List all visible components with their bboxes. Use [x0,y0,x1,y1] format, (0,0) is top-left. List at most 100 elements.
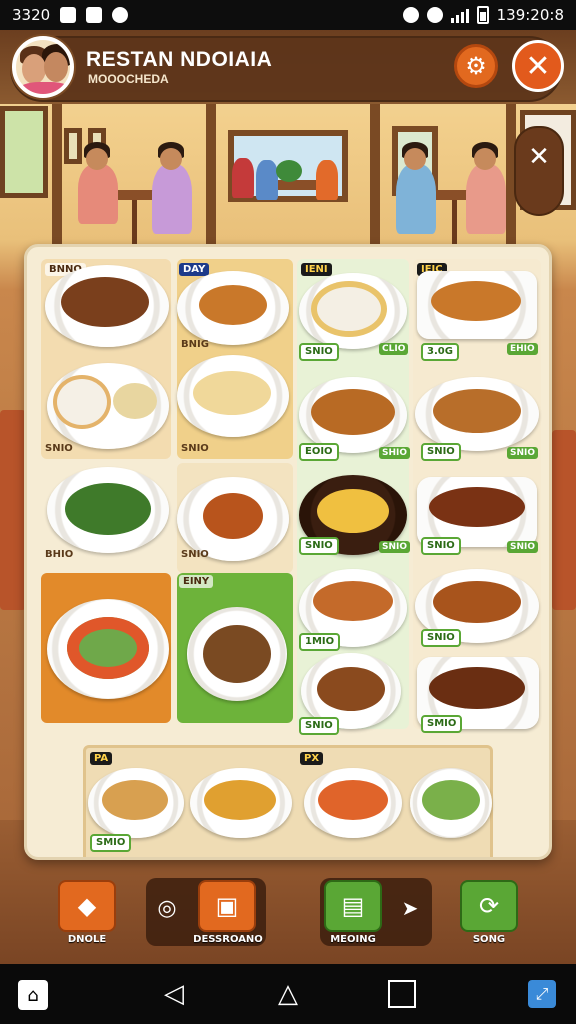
screenshot-button[interactable]: ⤢ [528,980,556,1008]
table-leg [132,200,137,244]
status-clock: 139:20:8 [496,6,564,24]
dish-food [317,489,389,533]
dish-food [65,483,151,535]
diner [466,164,506,234]
refresh-icon: ⟳ [478,892,500,920]
diner [316,160,338,200]
bottom-toolbar: ◆ DNOLE ◎ ▣ DESSROANO ▤ MEOING ➤ ⟳ SONG [0,864,576,964]
utensils-button[interactable]: ✕ [514,126,564,216]
dish-label: SNIO [45,443,73,454]
battery-icon [476,6,489,24]
close-button[interactable]: ✕ [512,40,564,92]
dish-food [311,389,395,435]
dish-label: BHIO [45,549,74,560]
song-button[interactable]: ⟳ [460,880,518,932]
price-tag: SMIO [421,715,463,733]
dish-food [57,379,107,425]
dish-food [199,285,267,325]
diner [396,164,436,234]
alarm-icon [402,7,419,23]
restaurant-subtitle: MOOOCHEDA [88,72,169,86]
featured-panel: PA PX SMIO [83,745,493,857]
price-badge: EHIO [507,343,538,355]
dish-food [102,780,168,820]
diner [256,160,278,200]
system-nav-bar: ⌂ ◁ △ ⤢ [0,964,576,1024]
price-badge: SNIO [507,447,539,459]
dish-label: BNIG [181,339,209,350]
menu-button[interactable]: ▤ [324,880,382,932]
price-badge: SHIO [379,447,411,459]
dessert-button[interactable]: ▣ [198,880,256,932]
wall-frame [64,128,82,164]
target-button[interactable]: ◎ [150,888,184,928]
dish-label: SNIO [181,443,209,454]
chair [552,430,576,610]
dish-food [429,487,525,527]
gear-icon: ⚙ [465,52,487,80]
section-tag: EINY [179,575,214,588]
diner [232,158,254,198]
message-icon [86,7,103,23]
status-bar: 3320 139:20:8 [0,0,576,30]
settings-button[interactable]: ⚙ [454,44,498,88]
dish-label: SNIO [181,549,209,560]
cheese-icon: ◆ [77,892,97,920]
arrow-icon: ➤ [401,896,419,920]
section-tag: IENI [301,263,332,276]
price-tag: SNIO [421,629,461,647]
cheese-label: DNOLE [67,934,107,945]
section-tag: PA [90,752,113,765]
recents-button[interactable] [388,980,416,1008]
player-avatar[interactable] [12,36,74,98]
price-badge: CLIO [379,343,409,355]
cheese-button[interactable]: ◆ [58,880,116,932]
price-tag: SMIO [90,834,132,852]
next-button[interactable]: ➤ [392,888,428,928]
table-leg [452,200,457,244]
price-tag: SNIO [299,717,339,735]
crossed-utensils-icon: ✕ [528,142,550,172]
dish-food [433,389,521,433]
section-tag: DAY [179,263,210,276]
dish-food [433,581,521,623]
close-icon: ✕ [525,48,551,84]
back-button[interactable]: ◁ [158,978,190,1010]
dish-food [67,617,149,679]
menu-board: BNNO SNIO BHIO DAY BNIG SNIO SNIO EINY I… [24,244,552,860]
diner-head [86,148,108,170]
home-app-icon: ⌂ [27,984,39,1006]
home-icon: △ [278,979,298,1009]
dish-food [203,625,271,683]
diner-head [474,148,496,170]
home-button[interactable]: △ [272,978,304,1010]
menu-label: MEOING [330,934,376,945]
section-tag: PX [300,752,324,765]
dish-food [431,281,521,321]
restaurant-title: RESTAN NDOIAIA [86,48,273,71]
dish-food [318,780,388,820]
price-tag: EOIO [299,443,339,461]
chat-icon: ▤ [341,892,365,920]
diner [152,164,192,234]
dessert-label: DESSROANO [193,934,263,945]
dish-food [313,581,393,621]
dish-food [204,780,276,820]
price-tag: SNIO [299,343,339,361]
dish-food [317,287,381,331]
chair [0,410,26,610]
home-app-button[interactable]: ⌂ [18,980,48,1010]
back-icon: ◁ [164,979,184,1009]
song-label: SONG [472,934,506,945]
dish-food [429,667,525,709]
camera-icon: ▣ [215,892,239,920]
dish-food [317,667,385,711]
palm-painting [0,106,48,198]
dish-food [113,383,157,419]
diner-head [160,148,182,170]
dish-food [203,493,263,539]
price-badge: SNIO [379,541,411,553]
dish-food [193,371,271,415]
price-tag: SNIO [421,443,461,461]
price-badge: SNIO [507,541,539,553]
